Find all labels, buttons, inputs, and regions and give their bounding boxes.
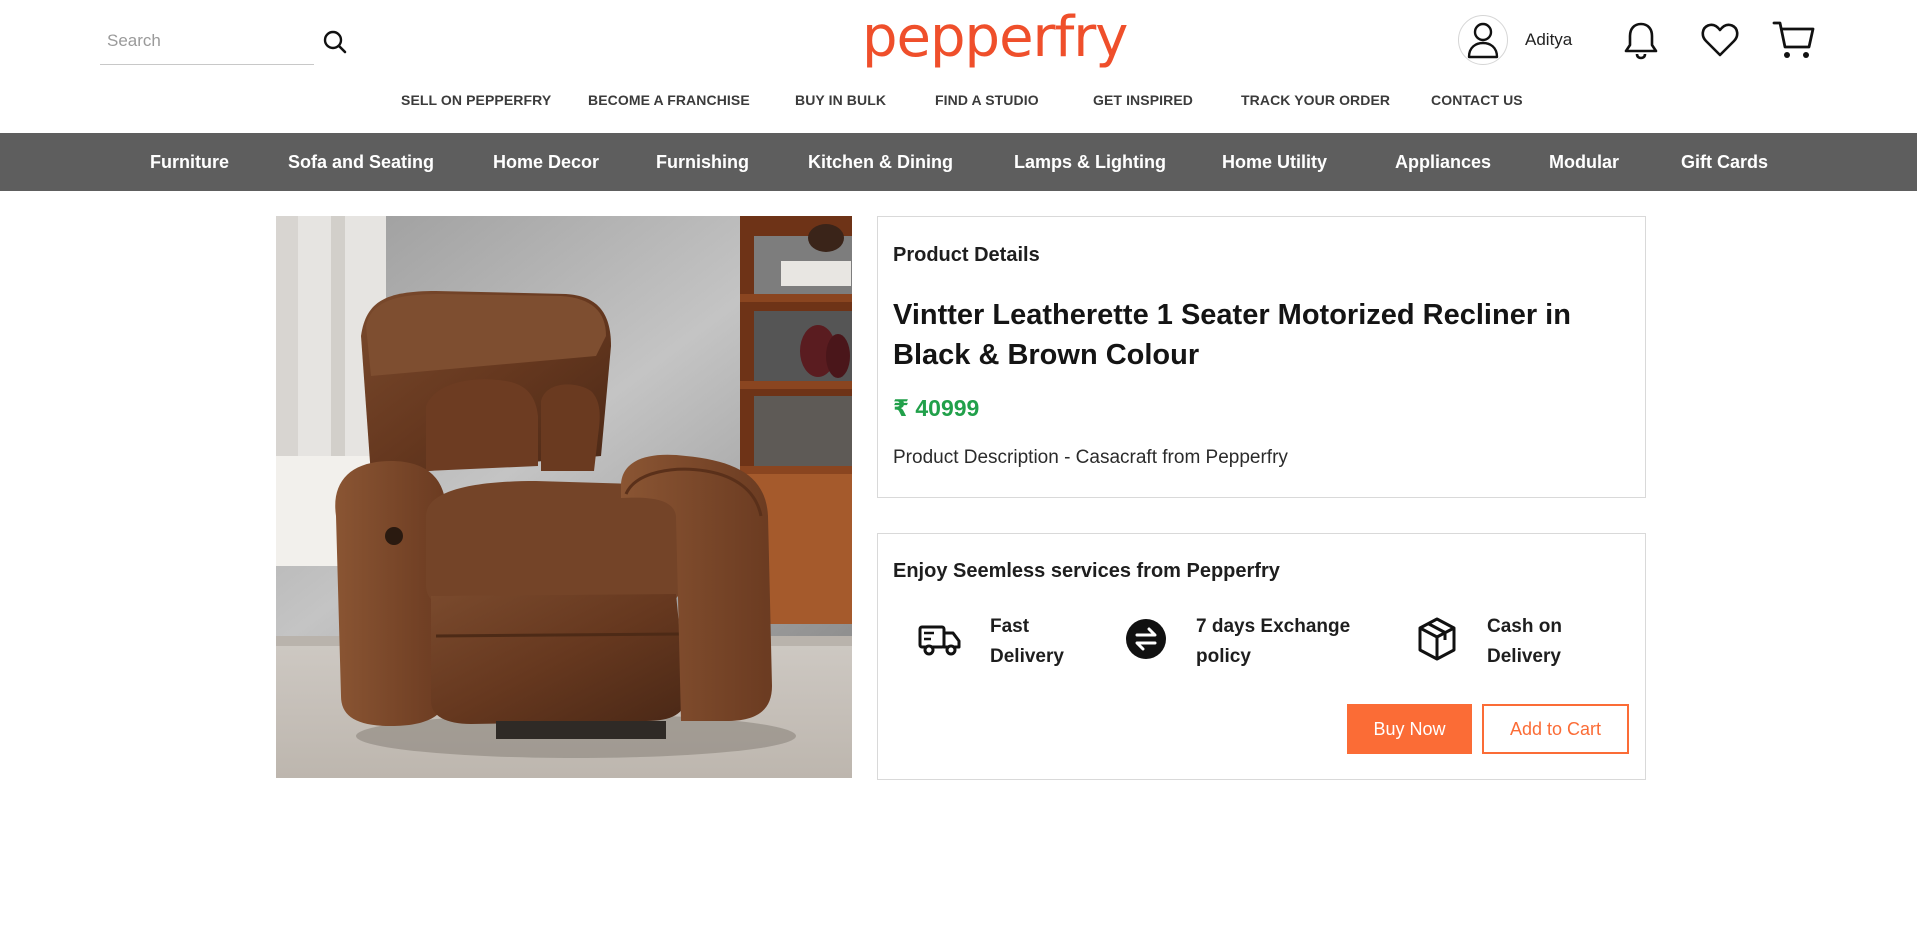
- exchange-icon: [1124, 617, 1168, 661]
- category-nav: Furniture Sofa and Seating Home Decor Fu…: [0, 133, 1917, 191]
- service-exchange-line1: 7 days Exchange: [1196, 616, 1351, 637]
- top-link-bulk[interactable]: BUY IN BULK: [795, 92, 886, 108]
- search-box: [100, 22, 314, 65]
- product-title: Vintter Leatherette 1 Seater Motorized R…: [893, 299, 1571, 371]
- user-icon: [1458, 15, 1508, 65]
- category-kitchen-dining[interactable]: Kitchen & Dining: [808, 133, 953, 191]
- product-price: ₹ 40999: [893, 395, 980, 421]
- top-link-franchise[interactable]: BECOME A FRANCHISE: [588, 92, 750, 108]
- service-fast-delivery: Fast Delivery: [918, 612, 1064, 672]
- top-link-track-order[interactable]: TRACK YOUR ORDER: [1241, 92, 1390, 108]
- delivery-truck-icon: [918, 617, 962, 661]
- product-details-card: Product Details Vintter Leatherette 1 Se…: [877, 216, 1646, 498]
- service-fast-delivery-line2: Delivery: [990, 646, 1064, 667]
- category-gift-cards[interactable]: Gift Cards: [1681, 133, 1768, 191]
- category-furniture[interactable]: Furniture: [150, 133, 229, 191]
- add-to-cart-button[interactable]: Add to Cart: [1482, 704, 1629, 754]
- category-furnishing[interactable]: Furnishing: [656, 133, 749, 191]
- top-link-sell[interactable]: SELL ON PEPPERFRY: [401, 92, 551, 108]
- category-home-decor[interactable]: Home Decor: [493, 133, 599, 191]
- heart-icon[interactable]: [1698, 18, 1742, 62]
- search-icon[interactable]: [321, 28, 349, 56]
- service-exchange-policy: 7 days Exchange policy: [1124, 612, 1350, 672]
- top-link-contact[interactable]: CONTACT US: [1431, 92, 1523, 108]
- service-cod-line1: Cash on: [1487, 616, 1562, 637]
- service-cash-on-delivery: Cash on Delivery: [1415, 612, 1562, 672]
- buy-now-button[interactable]: Buy Now: [1347, 704, 1472, 754]
- top-link-inspired[interactable]: GET INSPIRED: [1093, 92, 1193, 108]
- pepperfry-logo[interactable]: pepperfry: [862, 4, 1128, 72]
- cart-icon[interactable]: [1772, 18, 1816, 62]
- services-heading: Enjoy Seemless services from Pepperfry: [893, 560, 1280, 582]
- service-exchange-label: 7 days Exchange policy: [1196, 612, 1350, 672]
- top-link-studio[interactable]: FIND A STUDIO: [935, 92, 1039, 108]
- category-modular[interactable]: Modular: [1549, 133, 1619, 191]
- product-details-heading: Product Details: [893, 244, 1040, 266]
- service-cod-label: Cash on Delivery: [1487, 612, 1562, 672]
- top-links-bar: SELL ON PEPPERFRY BECOME A FRANCHISE BUY…: [0, 92, 1917, 118]
- service-exchange-line2: policy: [1196, 646, 1251, 667]
- account-menu[interactable]: Aditya: [1458, 15, 1572, 65]
- category-home-utility[interactable]: Home Utility: [1222, 133, 1327, 191]
- category-lamps-lighting[interactable]: Lamps & Lighting: [1014, 133, 1166, 191]
- service-fast-delivery-label: Fast Delivery: [990, 612, 1064, 672]
- user-name: Aditya: [1525, 30, 1573, 49]
- search-input[interactable]: [100, 22, 280, 60]
- category-sofa-seating[interactable]: Sofa and Seating: [288, 133, 434, 191]
- cube-box-icon: [1415, 617, 1459, 661]
- product-image: [276, 216, 852, 778]
- services-card: Enjoy Seemless services from Pepperfry F…: [877, 533, 1646, 780]
- site-header: pepperfry Aditya: [0, 0, 1917, 80]
- service-cod-line2: Delivery: [1487, 646, 1561, 667]
- service-fast-delivery-line1: Fast: [990, 616, 1030, 637]
- category-appliances[interactable]: Appliances: [1395, 133, 1491, 191]
- product-description: Product Description - Casacraft from Pep…: [893, 447, 1288, 468]
- bell-icon[interactable]: [1619, 18, 1663, 62]
